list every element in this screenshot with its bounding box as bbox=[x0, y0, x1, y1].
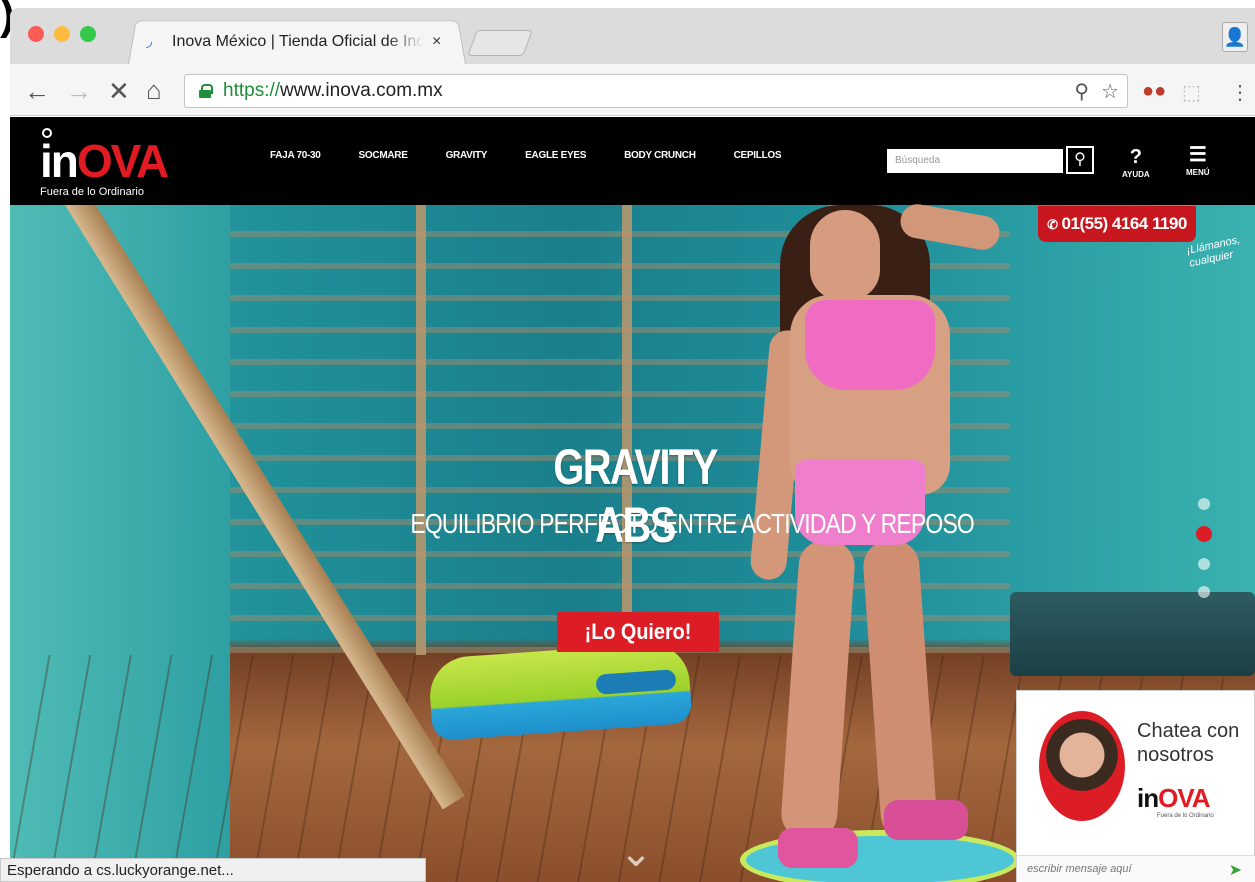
chat-heading-line2: nosotros bbox=[1137, 744, 1214, 766]
site-logo[interactable]: inOVA Fuera de lo Ordinario bbox=[40, 128, 190, 200]
hero-subtitle: EQUILIBRIO PERFECTO ENTRE ACTIVIDAD Y RE… bbox=[410, 508, 974, 539]
nav-item-gravity[interactable]: GRAVITY bbox=[446, 150, 488, 161]
minimize-window-button[interactable] bbox=[54, 26, 70, 42]
hamburger-icon: ☰ bbox=[1188, 144, 1207, 166]
lo-quiero-button[interactable]: ¡Lo Quiero! bbox=[557, 612, 719, 652]
chat-logo-tagline: Fuera de lo Ordinario bbox=[1157, 813, 1214, 819]
lock-icon bbox=[199, 84, 213, 98]
chat-message-input[interactable] bbox=[1017, 856, 1207, 882]
slider-dot-1[interactable] bbox=[1198, 498, 1210, 510]
slider-dot-2[interactable] bbox=[1196, 526, 1212, 542]
menu-button[interactable]: ☰ MENÚ bbox=[1186, 144, 1210, 177]
browser-tab-content: ◞ Inova México | Tienda Oficial de Inova… bbox=[146, 30, 462, 54]
main-nav: FAJA 70-30 SOCMARE GRAVITY EAGLE EYES BO… bbox=[270, 150, 782, 161]
extension-glasses-icon[interactable]: ●● bbox=[1142, 80, 1166, 103]
url-text: https://www.inova.com.mx bbox=[223, 80, 443, 101]
slider-dot-3[interactable] bbox=[1198, 558, 1210, 570]
chat-heading-line1: Chatea con bbox=[1137, 720, 1240, 742]
chat-agent-avatar bbox=[1039, 711, 1125, 821]
nav-item-cepillos[interactable]: CEPILLOS bbox=[734, 150, 782, 161]
loading-spinner-icon: ◞ bbox=[146, 33, 153, 50]
nav-item-eagle-eyes[interactable]: EAGLE EYES bbox=[525, 150, 586, 161]
chat-logo: inOVA bbox=[1137, 783, 1211, 813]
nav-item-faja[interactable]: FAJA 70-30 bbox=[270, 150, 321, 161]
nav-item-body-crunch[interactable]: BODY CRUNCH bbox=[624, 150, 696, 161]
search-icon[interactable]: ⚲ bbox=[1066, 146, 1094, 174]
search-input[interactable]: Búsqueda bbox=[887, 149, 1063, 173]
model-shoe-right-image bbox=[884, 800, 968, 840]
zoom-icon[interactable]: ⚲ bbox=[1074, 79, 1089, 104]
extension-s-icon[interactable]: ⬚ bbox=[1182, 80, 1201, 105]
chat-widget[interactable]: Chatea con nosotros inOVA Fuera de lo Or… bbox=[1016, 690, 1255, 882]
stop-icon[interactable]: ✕ bbox=[108, 78, 130, 104]
forward-icon[interactable]: → bbox=[66, 78, 92, 104]
menu-label: MENÚ bbox=[1186, 168, 1210, 177]
logo-dot-icon bbox=[42, 128, 52, 138]
slider-dots bbox=[1196, 498, 1212, 598]
logo-tagline: Fuera de lo Ordinario bbox=[40, 186, 144, 198]
profile-icon[interactable]: 👤 bbox=[1222, 22, 1248, 52]
send-arrow-icon[interactable]: ➤ bbox=[1229, 860, 1242, 880]
new-tab-button[interactable] bbox=[467, 30, 533, 56]
browser-menu-icon[interactable]: ⋮ bbox=[1230, 80, 1250, 105]
phone-badge[interactable]: ✆ 01(55) 4164 1190 bbox=[1038, 206, 1196, 242]
logo-wordmark: inOVA bbox=[40, 135, 169, 187]
help-icon: ? bbox=[1129, 146, 1142, 168]
help-label: AYUDA bbox=[1122, 170, 1150, 179]
model-top-image bbox=[805, 300, 935, 390]
model-shoe-left-image bbox=[778, 828, 858, 868]
back-icon[interactable]: ← bbox=[24, 78, 50, 104]
help-button[interactable]: ? AYUDA bbox=[1122, 146, 1150, 179]
browser-window: ) ◞ Inova México | Tienda Oficial de Ino… bbox=[0, 0, 1255, 882]
chat-input-bar: ➤ bbox=[1017, 855, 1255, 882]
maximize-window-button[interactable] bbox=[80, 26, 96, 42]
chat-heading: Chatea con nosotros bbox=[1137, 719, 1239, 767]
nav-item-socmare[interactable]: SOCMARE bbox=[359, 150, 408, 161]
tab-title: Inova México | Tienda Oficial de Inova bbox=[172, 33, 424, 50]
scroll-down-chevron-icon[interactable]: ⌄ bbox=[612, 833, 660, 873]
close-window-button[interactable] bbox=[28, 26, 44, 42]
status-bar: Esperando a cs.luckyorange.net... bbox=[0, 858, 426, 882]
bookmark-star-icon[interactable]: ☆ bbox=[1101, 79, 1119, 104]
address-bar[interactable]: https://www.inova.com.mx ⚲ ☆ bbox=[184, 74, 1128, 108]
tab-close-icon[interactable]: × bbox=[432, 33, 441, 51]
phone-icon: ✆ bbox=[1047, 217, 1058, 232]
home-icon[interactable]: ⌂ bbox=[146, 77, 162, 103]
omnibox-actions: ⚲ ☆ bbox=[1074, 79, 1119, 104]
step-platform-image bbox=[1010, 592, 1255, 676]
slider-dot-4[interactable] bbox=[1198, 586, 1210, 598]
phone-number: 01(55) 4164 1190 bbox=[1061, 214, 1188, 233]
window-controls bbox=[28, 26, 96, 42]
model-head-image bbox=[810, 210, 880, 300]
